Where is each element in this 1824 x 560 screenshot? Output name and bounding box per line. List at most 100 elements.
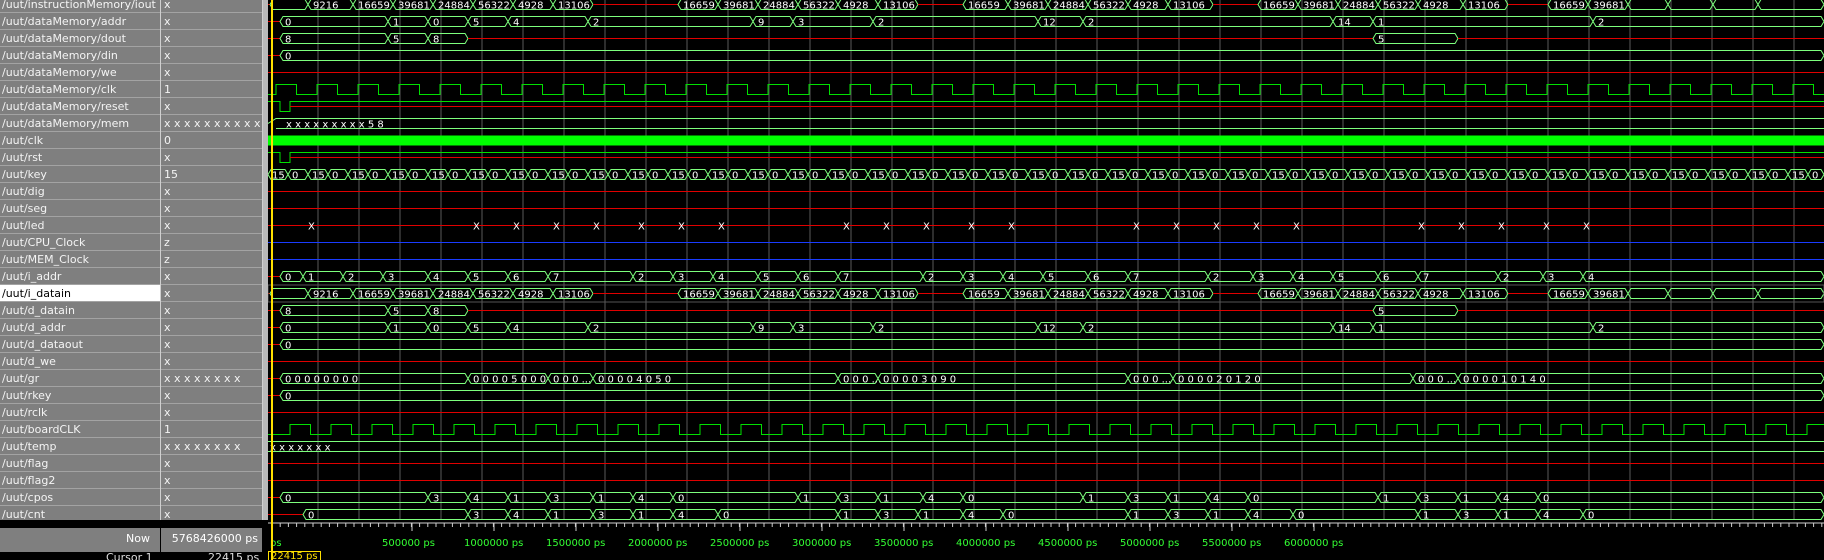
signal-name-8[interactable]: /uut/clk [0, 132, 160, 149]
signal-name-21[interactable]: /uut/d_we [0, 353, 160, 370]
bus-value-label: 0 [732, 171, 738, 182]
bus-value-label: 15 [432, 171, 445, 182]
signal-name-14[interactable]: /uut/CPU_Clock [0, 234, 160, 251]
bus-value-label: X [308, 222, 315, 233]
bus-value-label: 15 [1272, 171, 1285, 182]
signal-name-18[interactable]: /uut/d_datain [0, 302, 160, 319]
bus-value-label: 16659 [1553, 1, 1585, 12]
signal-name-19[interactable]: /uut/d_addr [0, 319, 160, 336]
bus-value-label: 39681 [1593, 1, 1625, 12]
signal-name-23[interactable]: /uut/rkey [0, 387, 160, 404]
signal-value-17: x [161, 285, 262, 302]
signal-name-22[interactable]: /uut/gr [0, 370, 160, 387]
bus-value-label: 15 [1672, 171, 1685, 182]
signal-name-17[interactable]: /uut/i_datain [0, 285, 160, 302]
signal-name-10[interactable]: /uut/key [0, 166, 160, 183]
bus-value-label: 3 [473, 511, 479, 521]
signal-value-25: 1 [161, 421, 262, 438]
bus-value-label: 0 0 0 0 4 0 5 0 [598, 375, 671, 386]
signal-name-28[interactable]: /uut/flag2 [0, 472, 160, 489]
bus-segment [1082, 322, 1334, 333]
signal-name-27[interactable]: /uut/flag [0, 455, 160, 472]
waveform-canvas[interactable]: 9216 16659 39681 24884 56322 4928 13106 16659 39… [268, 0, 1824, 520]
signal-value-6: x [161, 98, 262, 115]
signal-name-9[interactable]: /uut/rst [0, 149, 160, 166]
signal-value-10: 15 [161, 166, 262, 183]
bus-value-label: 2 [878, 324, 884, 335]
signal-name-20[interactable]: /uut/d_dataout [0, 336, 160, 353]
signal-name-26[interactable]: /uut/temp [0, 438, 160, 455]
bus-value-label: 1 [803, 494, 809, 505]
bus-value-label: 0 [932, 171, 938, 182]
bus-value-label: 15 [392, 171, 405, 182]
signal-name-0[interactable]: /uut/instructionMemory/iout [0, 0, 160, 13]
signal-name-30[interactable]: /uut/cnt [0, 506, 160, 520]
now-value-cell: 5768426000 ps [161, 528, 262, 552]
signal-value-30: x [161, 506, 262, 520]
bus-value-label: 0 [612, 171, 618, 182]
bus-value-label: 2 [1088, 18, 1094, 29]
bus-value-label: 0 [372, 171, 378, 182]
bus-value-label: 16659 [683, 290, 715, 301]
bus-value-label: 7 [1423, 273, 1429, 284]
signal-name-7[interactable]: /uut/dataMemory/mem [0, 115, 160, 132]
signal-name-25[interactable]: /uut/boardCLK [0, 421, 160, 438]
bus-value-label: 15 [592, 171, 605, 182]
bus-value-label: 16659 [358, 290, 390, 301]
ruler-label: 4500000 ps [1038, 538, 1097, 549]
bus-segment [1292, 509, 1419, 520]
signal-name-3[interactable]: /uut/dataMemory/din [0, 47, 160, 64]
signal-name-12[interactable]: /uut/seg [0, 200, 160, 217]
ruler-label: 3000000 ps [792, 538, 851, 549]
signal-name-13[interactable]: /uut/led [0, 217, 160, 234]
bus-value-label: 0 [1572, 171, 1578, 182]
bus-value-label: 3 [1463, 511, 1469, 521]
bus-value-label: 39681 [1013, 290, 1045, 301]
bus-value-label: 2 [1598, 18, 1604, 29]
signal-name-4[interactable]: /uut/dataMemory/we [0, 64, 160, 81]
bus-value-label: 15 [1312, 171, 1325, 182]
bus-value-label: 1 [393, 324, 399, 335]
signal-value-24: x [161, 404, 262, 421]
signal-name-column: /uut/instructionMemory/iout/uut/dataMemo… [0, 0, 160, 520]
bus-value-label: 13106 [1173, 1, 1205, 12]
bus-value-label: 0 [285, 324, 291, 335]
signal-name-11[interactable]: /uut/dig [0, 183, 160, 200]
bus-value-label: 0 [772, 171, 778, 182]
bus-value-label: 24884 [1053, 290, 1085, 301]
bus-value-label: 0 [1772, 171, 1778, 182]
bus-value-label: 16659 [968, 1, 1000, 12]
bus-value-label: 1 [308, 273, 314, 284]
bus-value-label: 56322 [1093, 1, 1125, 12]
bus-value-label: 12 [1043, 324, 1056, 335]
bus-value-label: 0 [1612, 171, 1618, 182]
signal-name-15[interactable]: /uut/MEM_Clock [0, 251, 160, 268]
bus-value-label: X [1253, 222, 1260, 233]
bus-value-label: 0 [332, 171, 338, 182]
bus-value-label: 4 [928, 494, 934, 505]
signal-name-16[interactable]: /uut/i_addr [0, 268, 160, 285]
bus-value-label: 5 [393, 307, 399, 318]
bus-value-label: 3 [798, 18, 804, 29]
bus-value-label: 0 [452, 171, 458, 182]
bus-value-label: X [1293, 222, 1300, 233]
waveform-pane[interactable]: 9216 16659 39681 24884 56322 4928 13106 16659 39… [268, 0, 1824, 520]
signal-name-1[interactable]: /uut/dataMemory/addr [0, 13, 160, 30]
bus-segment [1002, 509, 1129, 520]
signal-name-6[interactable]: /uut/dataMemory/reset [0, 98, 160, 115]
bus-value-label: 0 0 0 0 2 0 1 2 0 [1178, 375, 1261, 386]
signal-name-24[interactable]: /uut/rclk [0, 404, 160, 421]
bus-value-label: 8 [433, 35, 439, 46]
bus-segment [279, 322, 389, 333]
cursor-badge[interactable]: 22415 ps [268, 551, 321, 560]
signal-name-29[interactable]: /uut/cpos [0, 489, 160, 506]
bus-value-label: 1 [883, 494, 889, 505]
bus-segment [279, 305, 389, 316]
bus-value-label: 0 [1212, 171, 1218, 182]
bus-value-label: 24884 [1343, 290, 1375, 301]
signal-name-5[interactable]: /uut/dataMemory/clk [0, 81, 160, 98]
bus-value-label: 1 [1133, 511, 1139, 521]
signal-value-11: x [161, 183, 262, 200]
signal-name-2[interactable]: /uut/dataMemory/dout [0, 30, 160, 47]
signal-value-16: x [161, 268, 262, 285]
